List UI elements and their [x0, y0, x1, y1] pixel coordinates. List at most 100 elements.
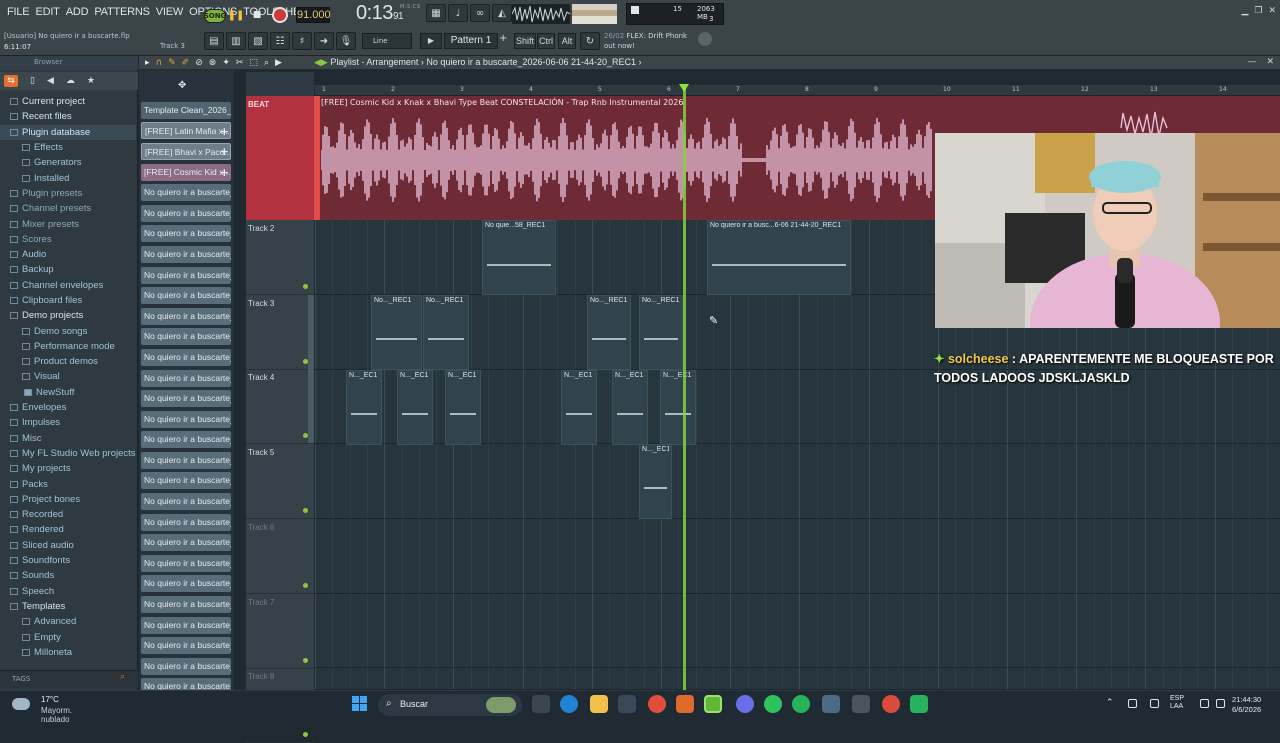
menu-view[interactable]: VIEW [153, 6, 186, 18]
browser-item[interactable]: NewStuff [0, 385, 136, 400]
channel-label[interactable]: No quiero ir a buscarte_2 [141, 369, 231, 387]
channel-label[interactable]: No quiero ir a buscarte_2 [141, 266, 231, 284]
browser-item[interactable]: Mixer presets [0, 216, 136, 231]
track-header[interactable]: Track 3 [246, 294, 314, 370]
channel-label[interactable]: No quiero ir a buscarte_2 [141, 451, 231, 469]
mute-icon[interactable]: ⊗ [209, 58, 217, 68]
audio-clip[interactable]: No..._REC1 [423, 295, 469, 370]
minimize-icon[interactable]: ▁ [1241, 6, 1248, 16]
alt-key-button[interactable]: Alt [558, 33, 576, 49]
browser-item[interactable]: Project bones [0, 492, 136, 507]
weather-widget[interactable]: 17°C Mayorm. nublado [8, 692, 98, 724]
channel-row[interactable]: No quiero ir a buscarte_2 [141, 450, 231, 471]
track-lane[interactable] [315, 519, 1280, 594]
channel-label[interactable]: No quiero ir a buscarte_2 [141, 534, 231, 552]
channel-row[interactable]: No quiero ir a buscarte_2 [141, 285, 231, 306]
menu-file[interactable]: FILE [4, 6, 32, 18]
channel-label[interactable]: No quiero ir a buscarte_2 [141, 431, 231, 449]
channel-add-icon[interactable]: + [220, 125, 229, 138]
channel-row[interactable]: No quiero ir a buscarte_2 [141, 615, 231, 636]
audio-clip[interactable]: N..._EC1 [639, 444, 672, 519]
paint-icon[interactable]: ✐ [182, 58, 190, 68]
audio-icon[interactable] [1150, 699, 1159, 708]
channel-label[interactable]: No quiero ir a buscarte_2 [141, 204, 231, 222]
audio-clip[interactable]: N..._EC1 [445, 370, 481, 445]
add-pattern-icon[interactable]: + [499, 33, 509, 49]
channel-rack-icon[interactable]: ▥ [226, 32, 246, 50]
track-header[interactable]: Track 7 [246, 594, 314, 669]
playlist-menu-icon[interactable]: ▸ [145, 58, 150, 68]
app3-icon[interactable] [910, 695, 928, 713]
channel-label[interactable]: No quiero ir a buscarte_2 [141, 493, 231, 511]
channel-label[interactable]: [FREE] Bhavi x Paco... [141, 142, 231, 160]
audio-clip[interactable]: No..._REC1 [587, 295, 631, 370]
track-header[interactable]: Track 6 [246, 519, 314, 594]
pause-icon[interactable]: ❚❚ [228, 7, 245, 23]
store-icon[interactable] [618, 695, 636, 713]
ctrl-key-button[interactable]: Ctrl [537, 33, 555, 49]
zoom-icon[interactable]: ⌕ [264, 58, 269, 68]
playlist-minimize-icon[interactable]: — [1247, 57, 1256, 67]
browser-item[interactable]: Demo projects [0, 308, 136, 323]
song-mode-toggle[interactable]: SONG [204, 9, 226, 23]
channel-row[interactable]: [FREE] Cosmic Kid x... + [141, 162, 231, 183]
channel-label[interactable]: No quiero ir a buscarte_2 [141, 575, 231, 593]
channel-row[interactable]: No quiero ir a buscarte_2 [141, 368, 231, 389]
tray-chevron-icon[interactable]: ⌃ [1106, 698, 1114, 708]
channel-row[interactable]: No quiero ir a buscarte_2 [141, 409, 231, 430]
channel-row[interactable]: No quiero ir a buscarte_2 [141, 532, 231, 553]
channel-label[interactable]: No quiero ir a buscarte_2 [141, 616, 231, 634]
playlist-arrow-icon[interactable]: ◀▶ [314, 57, 328, 67]
app2-icon[interactable] [852, 695, 870, 713]
file-explorer-icon[interactable] [590, 695, 608, 713]
discord-icon[interactable] [736, 695, 754, 713]
pattern-selector[interactable]: Pattern 1 [444, 33, 498, 49]
channel-label[interactable]: No quiero ir a buscarte_2 [141, 328, 231, 346]
pencil-icon[interactable]: ✎ [168, 58, 176, 68]
volume-icon[interactable] [1216, 699, 1225, 708]
browser-item[interactable]: Recent files [0, 109, 136, 124]
browser-item[interactable]: My FL Studio Web projects [0, 446, 136, 461]
channel-label[interactable]: No quiero ir a buscarte_2 [141, 184, 231, 202]
channel-row[interactable]: No quiero ir a buscarte_2 [141, 347, 231, 368]
slip-icon[interactable]: ✦ [222, 58, 230, 68]
step-sequencer-icon[interactable]: ♯ [292, 32, 312, 50]
browser-item[interactable]: Effects [0, 140, 136, 155]
browser-item[interactable]: Impulses [0, 415, 136, 430]
playback-icon[interactable]: ▶ [275, 58, 282, 68]
channel-row[interactable]: No quiero ir a buscarte_2 [141, 224, 231, 245]
channel-label[interactable]: No quiero ir a buscarte_2 [141, 472, 231, 490]
audio-clip[interactable]: No..._REC1 [639, 295, 683, 370]
slice-icon[interactable]: ✂ [236, 58, 244, 68]
channel-label[interactable]: Template Clean_2026_06 [141, 101, 231, 119]
channel-row[interactable]: No quiero ir a buscarte_2 [141, 388, 231, 409]
piano-roll-icon[interactable]: ▧ [248, 32, 268, 50]
snap-selector[interactable]: Line [362, 33, 412, 49]
channel-row[interactable]: No quiero ir a buscarte_2 [141, 327, 231, 348]
browser-file-icon[interactable]: ▯ [30, 76, 35, 86]
track-lane[interactable] [315, 668, 1280, 690]
track-active-led[interactable] [303, 508, 308, 514]
browser-item[interactable]: Performance mode [0, 339, 136, 354]
track-active-led[interactable] [303, 582, 308, 588]
spotify-icon[interactable] [764, 695, 782, 713]
channel-add-icon[interactable]: + [220, 145, 229, 158]
menu-patterns[interactable]: PATTERNS [91, 6, 152, 18]
delete-icon[interactable]: ⊘ [195, 58, 203, 68]
browser-item[interactable]: Packs [0, 476, 136, 491]
track-header[interactable]: Track 5 [246, 444, 314, 520]
audio-clip[interactable]: N..._EC1 [612, 370, 648, 445]
fl-studio-icon[interactable] [704, 695, 722, 713]
channel-row[interactable]: No quiero ir a buscarte_2 [141, 656, 231, 677]
browser-item[interactable]: Plugin database [0, 124, 136, 140]
browser-tags[interactable]: TAGS [0, 670, 138, 688]
channel-label[interactable]: No quiero ir a buscarte_2 [141, 390, 231, 408]
playlist-close-icon[interactable]: ✕ [1266, 57, 1274, 67]
channel-row[interactable]: No quiero ir a buscarte_2 [141, 244, 231, 265]
browser-back-icon[interactable]: ◀ [47, 76, 54, 86]
track-header[interactable]: Track 4 [246, 369, 314, 445]
browser-item[interactable]: Channel envelopes [0, 278, 136, 293]
channel-add-icon[interactable]: + [220, 166, 229, 179]
browser-item[interactable]: Generators [0, 155, 136, 170]
taskbar-search[interactable]: ⌕ Buscar [378, 694, 522, 716]
